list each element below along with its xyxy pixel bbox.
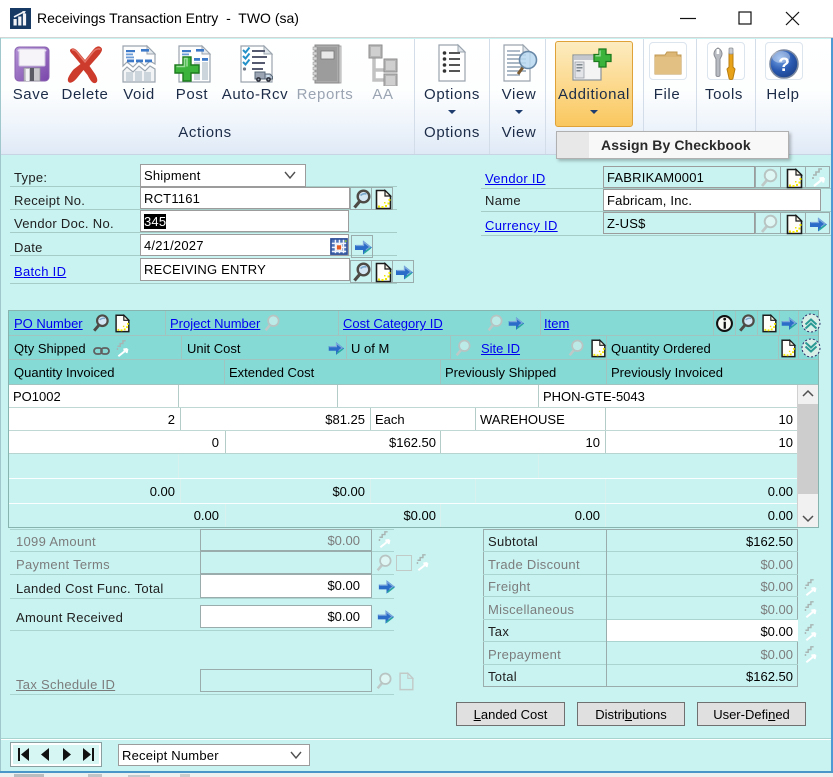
svg-text:?: ? xyxy=(778,55,790,76)
